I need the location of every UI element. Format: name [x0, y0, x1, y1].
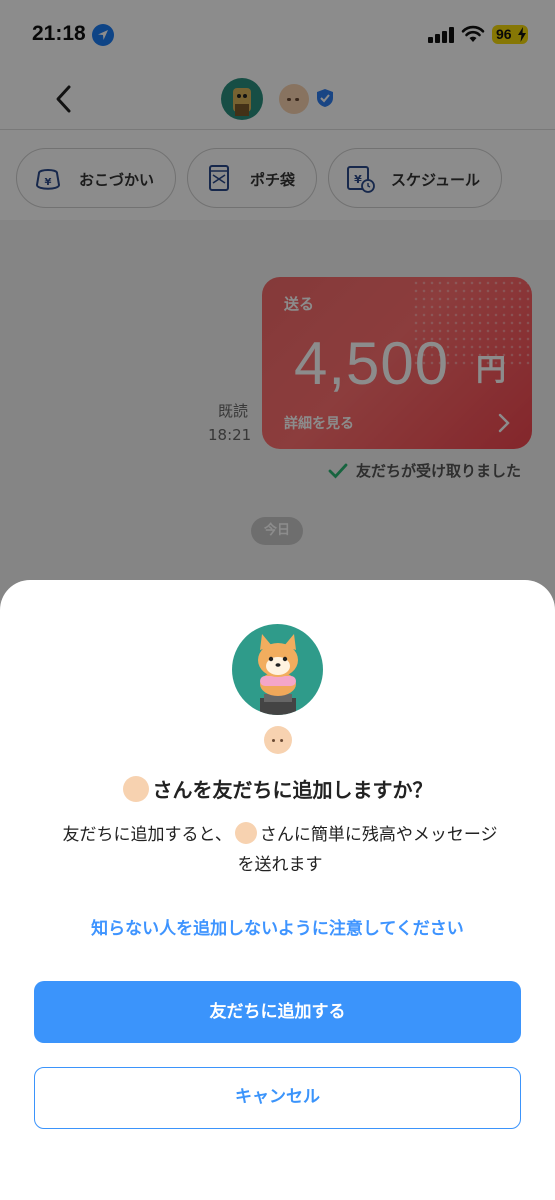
- desc-text-after: さんに簡単に残高やメッセージ: [259, 825, 498, 845]
- sheet-description: 友だちに追加すると、 さんに簡単に残高やメッセージ を送れます: [30, 820, 530, 880]
- baby-emoji-icon: [264, 726, 292, 754]
- sheet-title-text: さんを友だちに追加しますか？: [152, 778, 433, 802]
- caution-link[interactable]: 知らない人を追加しないように注意してください: [0, 914, 555, 939]
- desc-text-before: 友だちに追加すると、: [62, 825, 232, 845]
- baby-emoji-icon: [234, 822, 257, 844]
- add-friend-button[interactable]: 友だちに追加する: [34, 981, 521, 1043]
- baby-emoji-icon: [122, 776, 149, 802]
- sheet-title: さんを友だちに追加しますか？: [0, 774, 555, 803]
- friend-avatar: [232, 624, 323, 715]
- add-friend-sheet: さんを友だちに追加しますか？ 友だちに追加すると、 さんに簡単に残高やメッセージ …: [0, 580, 555, 1200]
- desc-text-line2: を送れます: [237, 855, 323, 875]
- cancel-button[interactable]: キャンセル: [34, 1067, 521, 1129]
